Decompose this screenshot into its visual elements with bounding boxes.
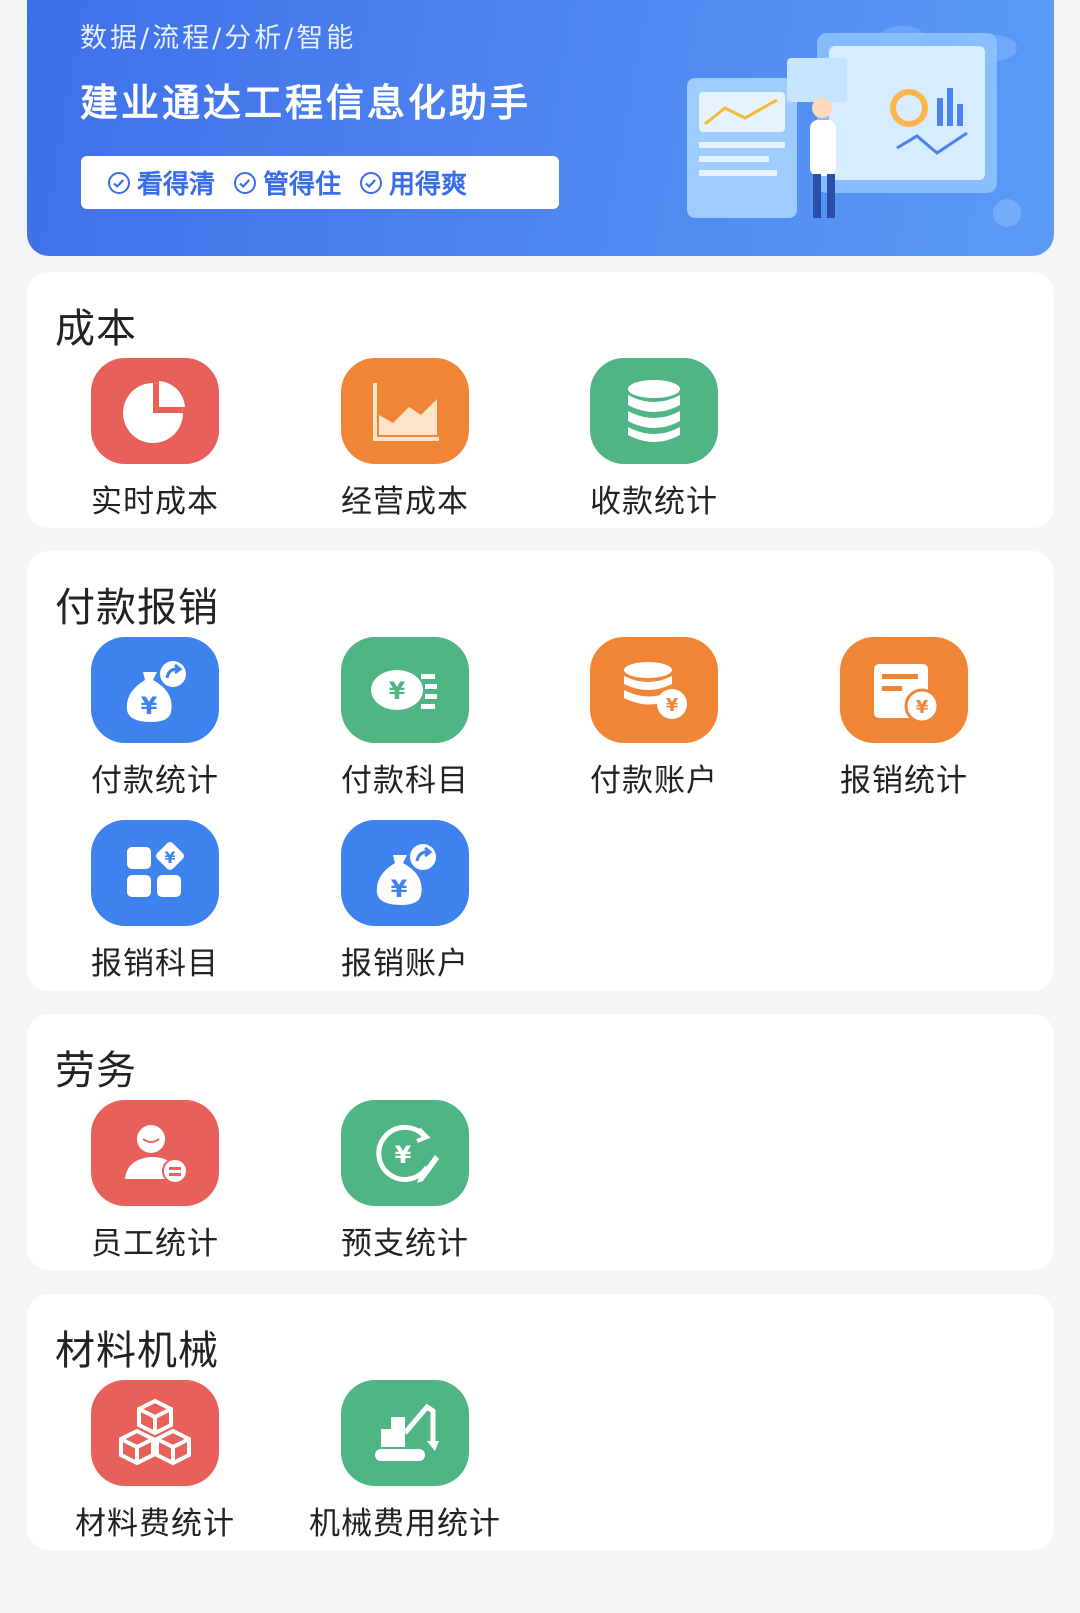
- tile-label: 员工统计: [91, 1226, 219, 1262]
- tile-label: 报销统计: [840, 763, 968, 799]
- coins-stack-icon: ¥: [590, 637, 718, 743]
- tile-operating-cost[interactable]: 经营成本: [277, 358, 533, 528]
- tile-advance-stats[interactable]: ¥ 预支统计: [277, 1100, 533, 1270]
- section-title: 付款报销: [55, 585, 219, 631]
- check-circle-icon: [360, 171, 383, 194]
- svg-text:¥: ¥: [395, 1141, 412, 1169]
- tile-collection-stats[interactable]: 收款统计: [526, 358, 782, 528]
- tile-label: 报销账户: [341, 946, 469, 982]
- tile-reimbursement-stats[interactable]: ¥ 报销统计: [776, 637, 1032, 807]
- svg-text:¥: ¥: [391, 875, 408, 903]
- check-circle-icon: [234, 171, 257, 194]
- section-payment-reimbursement: 付款报销 ¥ 付款统计 ¥ 付款科目 ¥ 付款账户 ¥ 报销统计 ¥ 报销科目 …: [27, 551, 1054, 991]
- svg-text:¥: ¥: [164, 848, 175, 867]
- tile-label: 预支统计: [341, 1226, 469, 1262]
- tile-label: 报销科目: [91, 946, 219, 982]
- tile-reimbursement-subjects[interactable]: ¥ 报销科目: [27, 820, 283, 990]
- tile-label: 机械费用统计: [309, 1506, 501, 1542]
- invoice-yen-icon: ¥: [840, 637, 968, 743]
- section-title: 劳务: [55, 1048, 137, 1094]
- banner-tagline: 数据/流程/分析/智能: [80, 23, 357, 54]
- tile-label: 实时成本: [91, 484, 219, 520]
- dashboard-illustration: [687, 26, 1021, 227]
- section-materials-machinery: 材料机械 材料费统计 机械费用统计: [27, 1294, 1054, 1550]
- category-grid-icon: ¥: [91, 820, 219, 926]
- pill-control: 管得住: [233, 164, 341, 201]
- tile-label: 付款统计: [91, 763, 219, 799]
- tile-label: 材料费统计: [75, 1506, 235, 1542]
- tile-payment-subjects[interactable]: ¥ 付款科目: [277, 637, 533, 807]
- tile-payment-accounts[interactable]: ¥ 付款账户: [526, 637, 782, 807]
- cash-list-icon: ¥: [341, 637, 469, 743]
- section-title: 成本: [55, 306, 137, 352]
- tile-label: 付款账户: [590, 763, 718, 799]
- money-bag-icon: ¥: [91, 637, 219, 743]
- svg-text:¥: ¥: [666, 695, 679, 716]
- section-labor: 劳务 员工统计 ¥ 预支统计: [27, 1014, 1054, 1270]
- tile-label: 经营成本: [341, 484, 469, 520]
- svg-text:¥: ¥: [916, 697, 929, 718]
- database-icon: [590, 358, 718, 464]
- pill-label: 看得清: [137, 170, 216, 200]
- tile-label: 收款统计: [590, 484, 718, 520]
- tile-reimbursement-accounts[interactable]: ¥ 报销账户: [277, 820, 533, 990]
- svg-text:¥: ¥: [389, 677, 406, 705]
- pill-use: 用得爽: [359, 164, 467, 201]
- tile-material-cost-stats[interactable]: 材料费统计: [27, 1380, 283, 1550]
- hero-banner: 数据/流程/分析/智能 建业通达工程信息化助手 看得清 管得住 用得爽: [27, 0, 1054, 256]
- check-circle-icon: [108, 171, 130, 194]
- advance-payment-icon: ¥: [341, 1100, 469, 1206]
- money-bag-icon: ¥: [341, 820, 469, 926]
- tile-machinery-cost-stats[interactable]: 机械费用统计: [277, 1380, 533, 1550]
- pie-chart-icon: [91, 358, 219, 464]
- tile-label: 付款科目: [341, 763, 469, 799]
- section-title: 材料机械: [55, 1328, 219, 1374]
- tile-payment-stats[interactable]: ¥ 付款统计: [27, 637, 283, 807]
- section-cost: 成本 实时成本 经营成本 收款统计: [27, 272, 1054, 528]
- banner-title: 建业通达工程信息化助手: [80, 81, 532, 125]
- boxes-icon: [91, 1380, 219, 1486]
- excavator-icon: [341, 1380, 469, 1486]
- tile-employee-stats[interactable]: 员工统计: [27, 1100, 283, 1270]
- employee-icon: [91, 1100, 219, 1206]
- pill-label: 管得住: [263, 170, 342, 200]
- tile-realtime-cost[interactable]: 实时成本: [27, 358, 283, 528]
- area-chart-icon: [341, 358, 469, 464]
- svg-text:¥: ¥: [141, 692, 158, 720]
- banner-pills: 看得清 管得住 用得爽: [81, 156, 559, 209]
- pill-clear: 看得清: [107, 164, 215, 201]
- pill-label: 用得爽: [389, 170, 468, 200]
